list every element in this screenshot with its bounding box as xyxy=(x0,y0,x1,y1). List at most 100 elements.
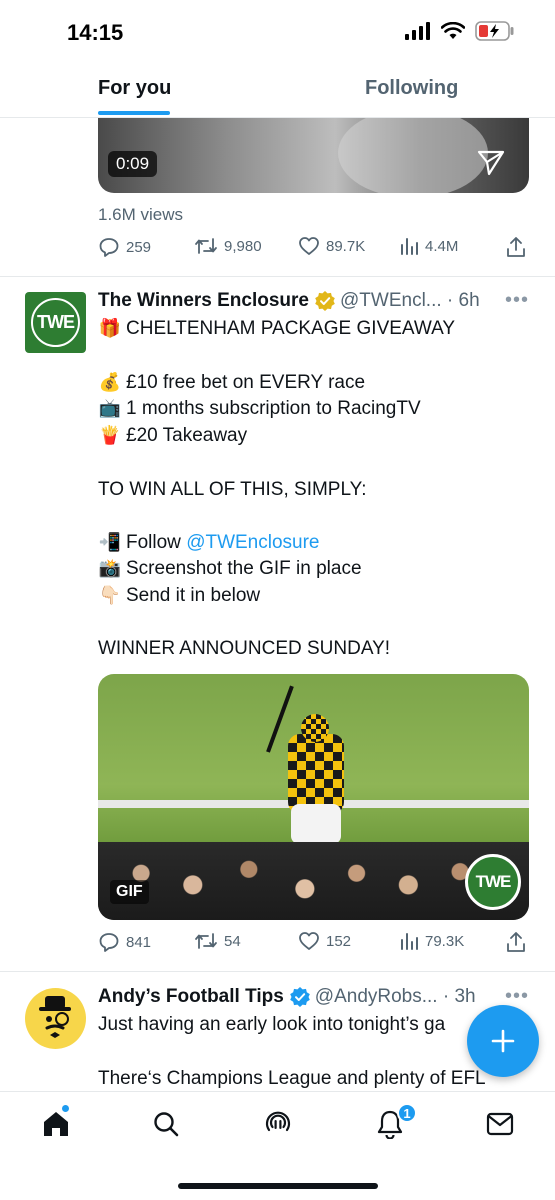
tweet-divider xyxy=(0,276,555,277)
repost-button[interactable]: 9,980 xyxy=(194,236,262,256)
tweet-header: The Winners Enclosure @TWEncl... · 6h xyxy=(98,290,480,312)
repost-button[interactable]: 54 xyxy=(194,931,241,951)
tweet-text-line: TO WIN ALL OF THIS, SIMPLY: xyxy=(98,479,367,501)
tv-icon: 📺 xyxy=(98,398,122,418)
mention-link[interactable]: @TWEnclosure xyxy=(186,532,319,553)
repost-icon xyxy=(195,238,217,254)
gift-icon: 🎁 xyxy=(98,318,122,338)
reply-button[interactable]: 259 xyxy=(98,236,151,258)
tweet-text: £10 free bet on EVERY race xyxy=(126,372,366,393)
like-icon xyxy=(299,932,319,950)
jockey-cap xyxy=(301,714,329,742)
spaces-icon xyxy=(265,1111,291,1132)
wifi-icon xyxy=(441,22,465,39)
status-bar: 14:15 xyxy=(0,0,555,66)
repost-count: 9,980 xyxy=(224,237,262,255)
tweet-text: CHELTENHAM PACKAGE GIVEAWAY xyxy=(126,318,456,339)
like-icon xyxy=(299,237,319,255)
reply-count: 259 xyxy=(126,238,152,256)
nav-search[interactable] xyxy=(150,1108,182,1140)
repost-count: 54 xyxy=(224,932,241,950)
tweet-text-line: 📸 Screenshot the GIF in place xyxy=(98,558,362,580)
top-tabs: For you Following xyxy=(0,66,555,118)
gif-media[interactable]: GIF TWE xyxy=(98,674,529,920)
display-name[interactable]: Andy’s Football Tips xyxy=(98,986,284,1008)
tab-for-you[interactable]: For you xyxy=(98,77,171,100)
avatar[interactable] xyxy=(25,988,86,1049)
views-button[interactable]: 4.4M xyxy=(399,236,458,256)
tweet-text: WINNER ANNOUNCED SUNDAY! xyxy=(98,638,391,659)
nav-spaces[interactable] xyxy=(262,1108,294,1140)
phone-arrow-icon: 📲 xyxy=(98,532,122,552)
tweet-text-line: 📺 1 months subscription to RacingTV xyxy=(98,398,421,420)
point-down-icon: 👇🏻 xyxy=(98,585,122,605)
tweet-actions: 841 54 152 79.3K xyxy=(98,931,530,955)
reply-icon xyxy=(99,933,119,952)
status-icons xyxy=(405,21,515,41)
compose-button[interactable] xyxy=(467,1005,539,1077)
more-options-icon[interactable]: ••• xyxy=(505,289,529,312)
like-button[interactable]: 152 xyxy=(298,931,351,951)
share-icon xyxy=(507,237,525,257)
video-duration: 0:09 xyxy=(108,151,158,177)
view-count: 4.4M xyxy=(425,237,459,255)
search-icon xyxy=(154,1112,179,1137)
messages-icon xyxy=(486,1112,514,1136)
tweet-actions: 259 9,980 89.7K 4.4M xyxy=(98,236,530,260)
handle-time[interactable]: @AndyRobs... · 3h xyxy=(315,986,476,1008)
camera-flash-icon: 📸 xyxy=(98,558,122,578)
tweet-text: Send it in below xyxy=(126,585,261,606)
views-icon xyxy=(401,933,418,950)
battery-icon xyxy=(475,21,514,41)
tweet-text-line: Just having an early look into tonight’s… xyxy=(98,1014,446,1035)
gif-badge: GIF xyxy=(110,880,149,904)
tweet-text-line: 🎁 CHELTENHAM PACKAGE GIVEAWAY xyxy=(98,318,455,340)
reply-count: 841 xyxy=(126,933,152,951)
avatar-logo-text: TWE xyxy=(31,298,80,347)
nav-messages[interactable] xyxy=(484,1108,516,1140)
tweet-text-line: 📲 Follow @TWEnclosure xyxy=(98,532,320,554)
tweet-text: Screenshot the GIF in place xyxy=(126,558,362,579)
handle-time[interactable]: @TWEncl... · 6h xyxy=(340,290,480,312)
verified-blue-icon xyxy=(289,987,310,1007)
tweet-text: £20 Takeaway xyxy=(126,425,248,446)
twe-logo-watermark: TWE xyxy=(465,854,521,910)
video-player[interactable]: 0:09 xyxy=(98,118,529,193)
nav-home[interactable] xyxy=(40,1108,72,1140)
compose-icon xyxy=(491,1029,515,1053)
monocle-man-icon xyxy=(39,996,71,1038)
tab-following[interactable]: Following xyxy=(365,77,458,100)
status-time: 14:15 xyxy=(67,20,124,45)
tweet-text-line: 💰 £10 free bet on EVERY race xyxy=(98,372,365,394)
share-button[interactable] xyxy=(506,931,526,953)
share-icon xyxy=(507,932,525,952)
avatar[interactable]: TWE xyxy=(25,292,86,353)
reply-button[interactable]: 841 xyxy=(98,931,151,953)
tweet-text-line: WINNER ANNOUNCED SUNDAY! xyxy=(98,638,390,660)
tweet-text-line: 👇🏻 Send it in below xyxy=(98,585,260,607)
view-count: 79.3K xyxy=(425,932,465,950)
tweet-text: Follow xyxy=(126,532,187,553)
repost-icon xyxy=(195,933,217,949)
like-button[interactable]: 89.7K xyxy=(298,236,365,256)
tweet-header: Andy’s Football Tips @AndyRobs... · 3h xyxy=(98,986,476,1008)
display-name[interactable]: The Winners Enclosure xyxy=(98,290,309,312)
money-bag-icon: 💰 xyxy=(98,372,122,392)
send-icon[interactable] xyxy=(477,150,505,176)
views-icon xyxy=(401,238,418,255)
home-icon xyxy=(44,1112,68,1136)
views-button[interactable]: 79.3K xyxy=(399,931,464,951)
video-frame xyxy=(338,118,488,193)
tweet-text-line: 🍟 £20 Takeaway xyxy=(98,425,247,447)
like-count: 89.7K xyxy=(326,237,366,255)
fries-icon: 🍟 xyxy=(98,425,122,445)
tab-indicator xyxy=(98,111,170,115)
jockey-silks xyxy=(288,734,344,814)
signal-icon xyxy=(405,22,430,40)
home-unread-dot xyxy=(61,1104,70,1113)
verified-gold-icon xyxy=(315,291,335,311)
reply-icon xyxy=(99,238,119,257)
like-count: 152 xyxy=(326,932,352,950)
share-button[interactable] xyxy=(506,236,526,258)
tweet-text-line: There‘s Champions League and plenty of E… xyxy=(98,1068,486,1089)
